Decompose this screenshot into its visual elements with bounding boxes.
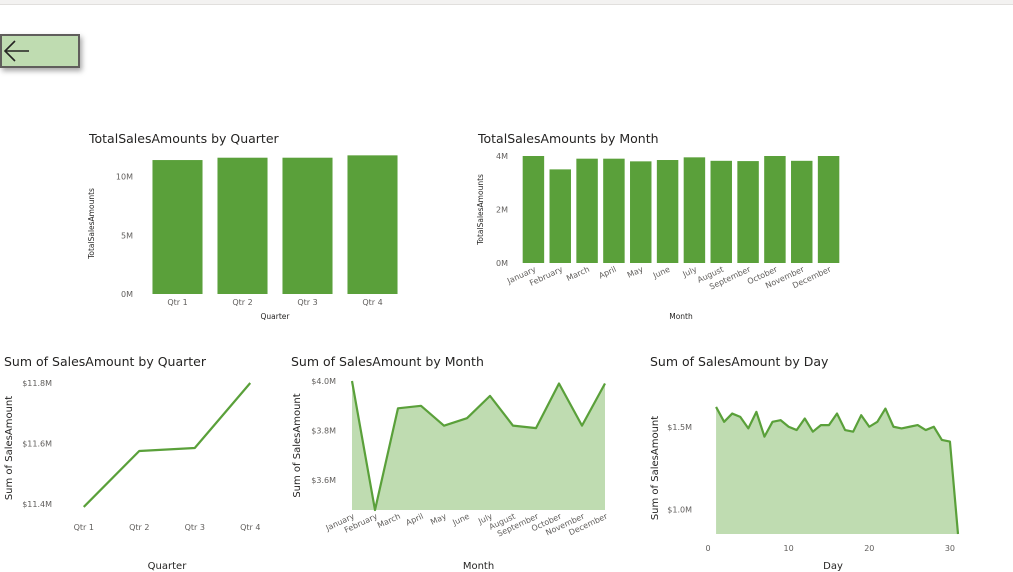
y-tick-label: $4.0M bbox=[311, 377, 336, 386]
x-axis-title: Month bbox=[463, 561, 494, 572]
y-tick-label: 4M bbox=[496, 152, 508, 161]
y-tick-label: 0M bbox=[121, 290, 133, 299]
bar bbox=[656, 160, 679, 263]
x-tick-label: Qtr 4 bbox=[362, 298, 382, 307]
x-tick-label: 10 bbox=[784, 544, 794, 553]
x-tick-label: Qtr 1 bbox=[167, 298, 187, 307]
x-tick-label: 20 bbox=[864, 544, 874, 553]
arrow-left-icon bbox=[3, 40, 29, 62]
y-tick-label: 5M bbox=[121, 231, 133, 240]
y-axis-title: TotalSalesAmounts bbox=[87, 188, 96, 260]
x-tick-label: 0 bbox=[705, 544, 710, 553]
chart-sales-by-quarter-bar[interactable]: TotalSalesAmounts by Quarter 0M 5M 10M Qtr … bbox=[80, 128, 410, 328]
bar bbox=[217, 157, 268, 294]
x-tick-label: Qtr 3 bbox=[297, 298, 317, 307]
chart-sales-by-month-bar[interactable]: TotalSalesAmounts by Month 0M 2M 4M January… bbox=[470, 128, 850, 328]
y-tick-label: 0M bbox=[496, 259, 508, 268]
chart-sales-by-quarter-line[interactable]: Sum of SalesAmount by Quarter $11.4M $11.… bbox=[0, 351, 275, 572]
bar bbox=[347, 155, 398, 294]
x-axis-title: Quarter bbox=[261, 312, 291, 321]
area-fill bbox=[716, 406, 958, 534]
y-axis-title: TotalSalesAmounts bbox=[476, 174, 485, 246]
bar bbox=[603, 158, 625, 263]
x-tick-label: Qtr 1 bbox=[74, 523, 94, 532]
series-line bbox=[82, 382, 252, 508]
bar bbox=[576, 158, 598, 263]
x-tick-label: Qtr 4 bbox=[240, 523, 260, 532]
bar bbox=[737, 161, 759, 263]
bar bbox=[282, 157, 333, 294]
x-tick-label: June bbox=[450, 512, 471, 528]
y-axis-title: Sum of SalesAmount bbox=[650, 416, 661, 520]
x-tick-label: April bbox=[597, 265, 617, 281]
x-axis-title: Day bbox=[823, 561, 843, 572]
bar bbox=[630, 161, 652, 263]
y-tick-label: 10M bbox=[116, 173, 133, 182]
y-axis-title: Sum of SalesAmount bbox=[4, 396, 15, 500]
chart-sales-by-day-area[interactable]: Sum of SalesAmount by Day $1.0M $1.5M 0 10 2… bbox=[643, 351, 983, 572]
bar bbox=[522, 156, 545, 263]
x-tick-label: Qtr 3 bbox=[185, 523, 205, 532]
y-axis-title: Sum of SalesAmount bbox=[292, 393, 303, 497]
y-tick-label: $11.6M bbox=[22, 439, 52, 448]
x-axis-title: Quarter bbox=[148, 561, 188, 572]
x-tick-label: March bbox=[376, 512, 402, 530]
x-tick-label: May bbox=[626, 265, 645, 280]
y-tick-label: 2M bbox=[496, 206, 508, 215]
back-button[interactable] bbox=[0, 34, 80, 68]
x-tick-label: Qtr 2 bbox=[232, 298, 252, 307]
bar bbox=[549, 169, 571, 263]
y-tick-label: $11.8M bbox=[22, 379, 52, 388]
bar bbox=[710, 160, 732, 263]
x-tick-label: April bbox=[404, 512, 424, 528]
x-tick-label: Qtr 2 bbox=[129, 523, 149, 532]
x-tick-label: March bbox=[565, 265, 591, 283]
y-tick-label: $1.0M bbox=[667, 505, 692, 514]
y-tick-label: $3.8M bbox=[311, 427, 336, 436]
y-tick-label: $1.5M bbox=[667, 423, 692, 432]
y-tick-label: $3.6M bbox=[311, 476, 336, 485]
bar bbox=[764, 156, 786, 263]
bar bbox=[152, 160, 203, 294]
x-tick-label: June bbox=[651, 265, 672, 281]
bar bbox=[791, 160, 813, 263]
bar bbox=[683, 157, 706, 263]
top-toolbar-strip bbox=[0, 0, 1013, 5]
x-axis-title: Month bbox=[669, 312, 693, 321]
y-tick-label: $11.4M bbox=[22, 500, 52, 509]
bar bbox=[817, 156, 840, 263]
chart-sales-by-month-area[interactable]: Sum of SalesAmount by Month $3.6M $3.8M $4… bbox=[285, 351, 625, 572]
x-tick-label: May bbox=[429, 512, 448, 527]
x-tick-label: 30 bbox=[945, 544, 955, 553]
